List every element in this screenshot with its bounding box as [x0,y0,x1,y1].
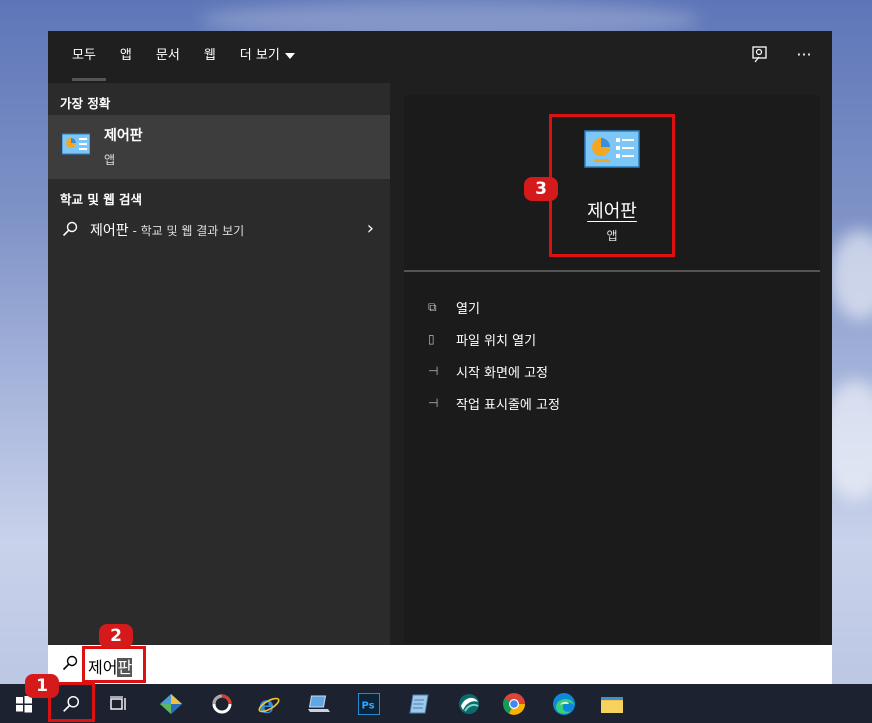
internet-explorer-icon[interactable]: e [255,690,283,718]
task-view-icon[interactable] [105,690,133,718]
feedback-icon[interactable] [750,45,770,67]
web-search-heading: 학교 및 웹 검색 [60,192,143,207]
more-options-icon[interactable]: ··· [794,45,814,67]
annotation-box-search-text [82,646,146,683]
open-icon: ⧉ [428,299,437,314]
network-app-icon[interactable] [157,690,185,718]
best-match-type: 앱 [104,153,116,167]
divider [404,270,820,272]
preview-actions: ⧉ 열기 ▯ 파일 위치 열기 ⊣ 시작 화면에 고정 ⊣ 작업 표시줄에 고정 [428,291,560,419]
tab-label: 더 보기 [239,48,280,63]
snipping-icon[interactable] [455,690,483,718]
top-actions: ··· [750,45,814,67]
tab-all[interactable]: 모두 [60,31,108,83]
search-icon [62,221,78,241]
filter-tabs: 모두 앱 문서 웹 더 보기 [60,31,307,83]
tab-web[interactable]: 웹 [192,31,228,83]
taskbar: e Ps [0,684,872,723]
svg-text:e: e [259,692,274,716]
annotation-badge-1: 1 [25,674,59,698]
action-open[interactable]: ⧉ 열기 [428,291,560,323]
annotation-badge-3: 3 [524,177,558,201]
search-icon [62,655,78,675]
chevron-right-icon[interactable]: › [367,218,374,239]
control-panel-icon [61,133,91,159]
tab-label: 앱 [119,48,132,63]
tab-more[interactable]: 더 보기 [228,31,307,83]
edge-icon[interactable] [550,690,578,718]
web-result-text: 제어판 - 학교 및 웹 결과 보기 [90,220,244,240]
action-label: 시작 화면에 고정 [456,365,548,381]
cortana-ring-icon[interactable] [208,690,236,718]
web-search-result[interactable]: 제어판 - 학교 및 웹 결과 보기 › [48,213,390,247]
photoshop-label: Ps [362,701,375,712]
start-search-panel: 모두 앱 문서 웹 더 보기 ··· 가장 정확 제어판 앱 학교 및 웹 검색 [48,31,832,645]
wallpaper-cloud [830,230,872,320]
action-pin-to-taskbar[interactable]: ⊣ 작업 표시줄에 고정 [428,387,560,419]
file-explorer-icon[interactable] [598,690,626,718]
search-box[interactable]: 제어판 [48,645,832,684]
pin-icon: ⊣ [428,364,439,378]
action-label: 파일 위치 열기 [456,333,537,349]
tab-documents[interactable]: 문서 [144,31,192,83]
best-match-name: 제어판 [104,128,143,144]
best-match-item[interactable]: 제어판 앱 [48,115,390,179]
annotation-box-preview [549,114,675,257]
tab-label: 웹 [203,48,216,63]
search-filter-bar: 모두 앱 문서 웹 더 보기 ··· [48,31,832,83]
results-list: 가장 정확 제어판 앱 학교 및 웹 검색 제어판 - 학교 및 웹 결과 보기… [48,83,390,645]
annotation-badge-2: 2 [99,624,133,648]
photoshop-icon[interactable]: Ps [355,690,383,718]
tab-apps[interactable]: 앱 [108,31,144,83]
chevron-down-icon [284,52,295,59]
best-match-heading: 가장 정확 [60,96,111,111]
action-pin-to-start[interactable]: ⊣ 시작 화면에 고정 [428,355,560,387]
tab-label: 문서 [155,48,180,63]
action-open-file-location[interactable]: ▯ 파일 위치 열기 [428,323,560,355]
tab-label: 모두 [72,48,96,63]
file-location-icon: ▯ [428,332,435,346]
web-result-suffix: - 학교 및 웹 결과 보기 [128,224,245,238]
action-label: 작업 표시줄에 고정 [456,397,560,413]
pin-icon: ⊣ [428,396,439,410]
web-result-query: 제어판 [90,223,129,239]
notepad-icon[interactable] [405,690,433,718]
laptop-icon[interactable] [305,690,333,718]
chrome-icon[interactable] [500,690,528,718]
action-label: 열기 [456,301,480,317]
